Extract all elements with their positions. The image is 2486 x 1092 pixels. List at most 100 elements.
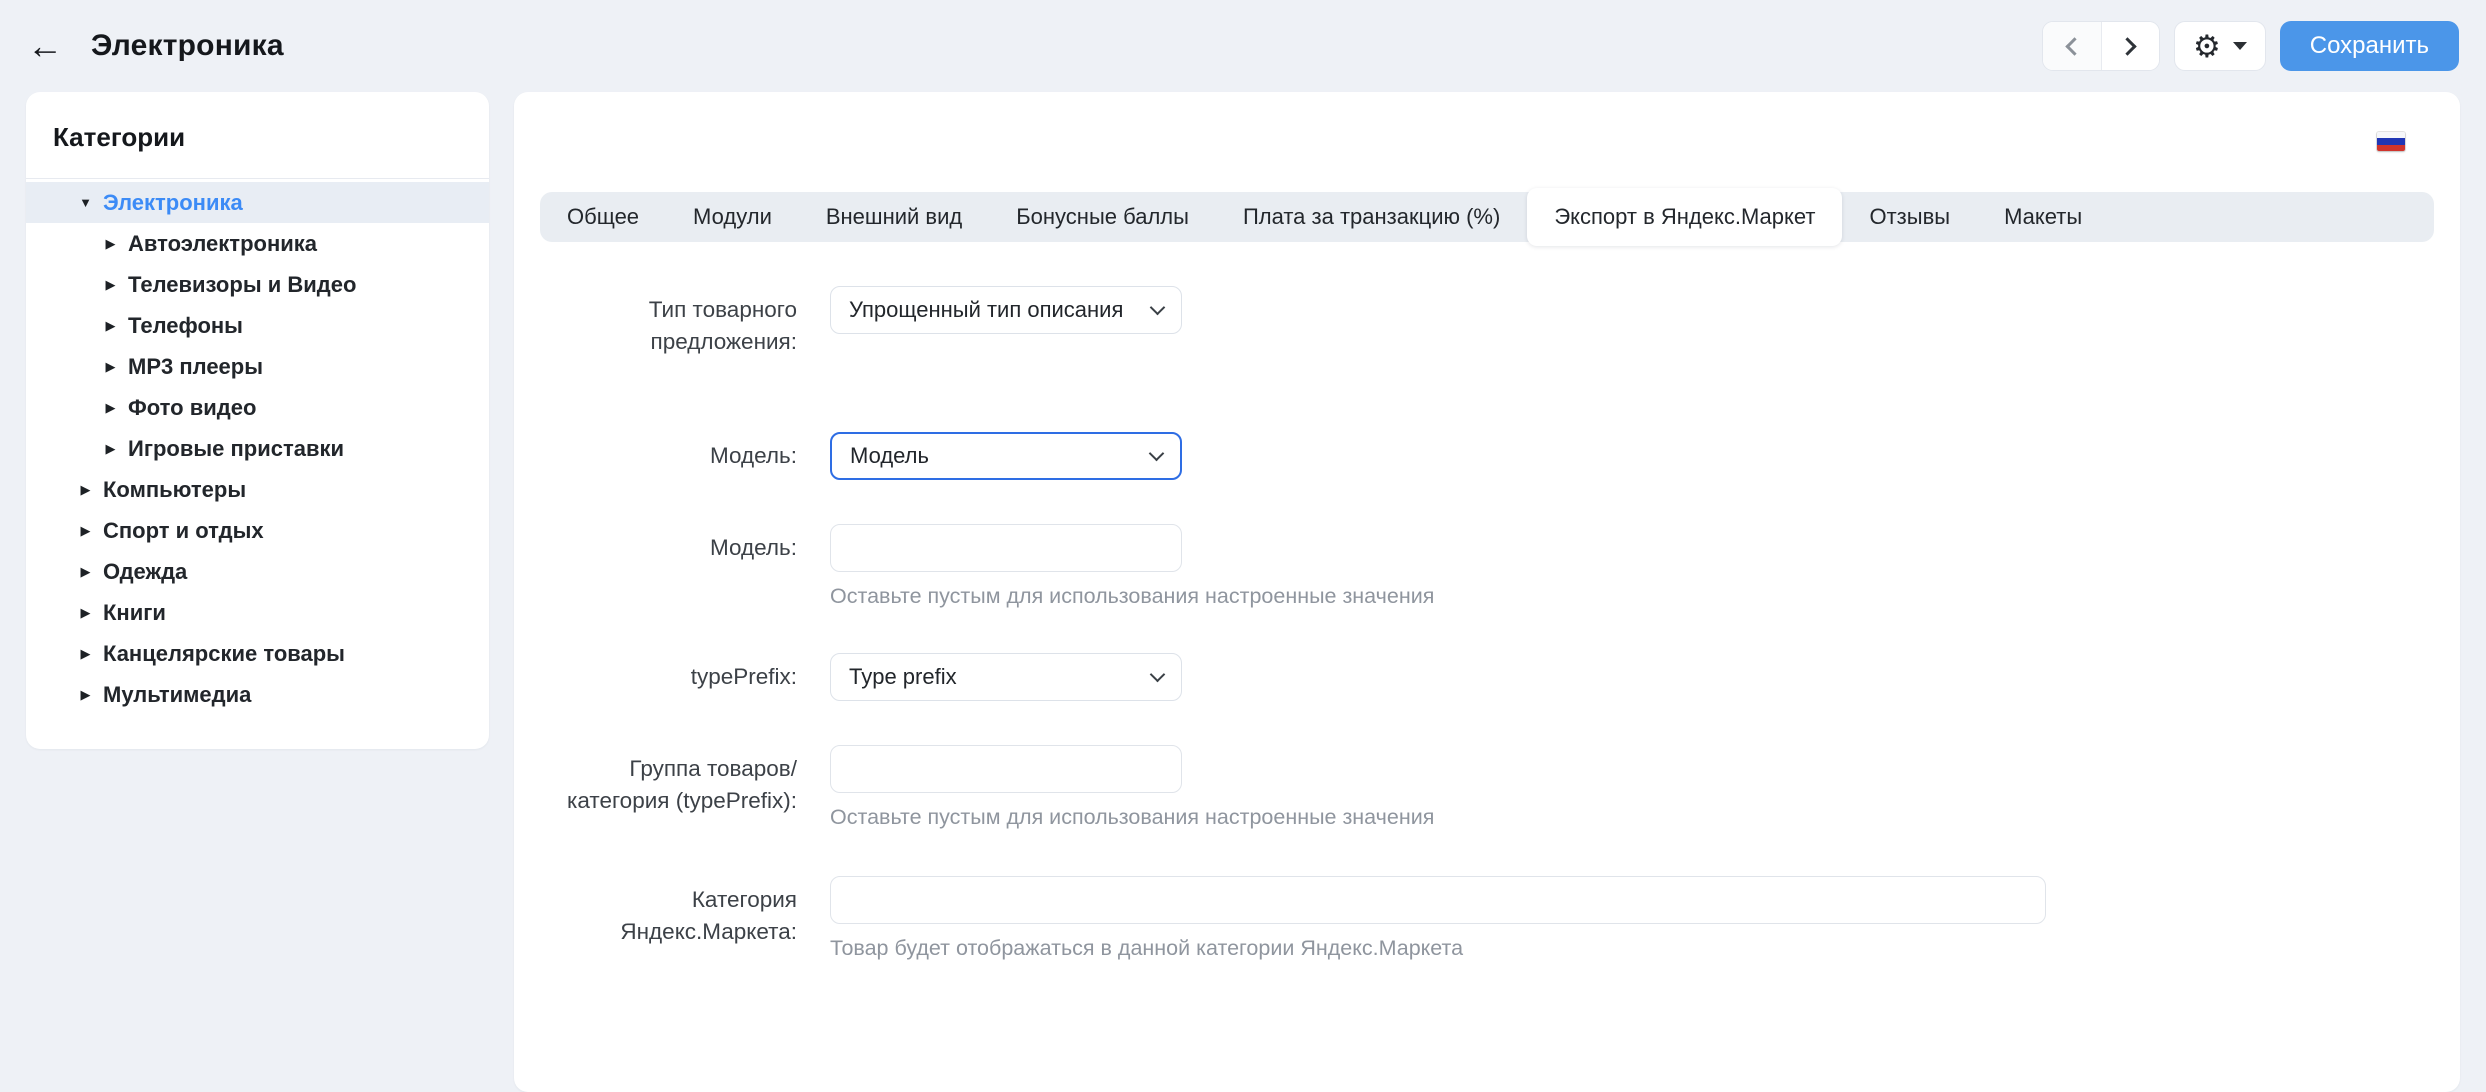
sidebar-item-label: Мультимедиа [103,681,252,707]
offer-type-control: Упрощенный тип описания [830,286,1182,358]
tab-2[interactable]: Внешний вид [799,192,989,242]
russian-flag-icon[interactable] [2377,132,2405,151]
tab-0[interactable]: Общее [540,192,666,242]
sidebar-item-label: Фото видео [128,394,257,420]
typeprefix-input-label: Группа товаров/категория (typePrefix): [567,756,797,813]
sidebar-item-label: Канцелярские товары [103,640,345,666]
previous-button[interactable] [2042,22,2101,70]
categories-sidebar: Категории ▼ Электроника ▶ Автоэлектроника ▶ Т… [26,92,489,749]
tab-6[interactable]: Отзывы [1842,192,1977,242]
sidebar-item-label: Телефоны [128,312,243,338]
yandex-market-form: Тип товарного предложения: Упрощенный ти… [540,286,2434,961]
model-select[interactable]: Модель [830,432,1182,480]
caret-right-icon[interactable]: ▶ [78,482,93,498]
offer-type-select-value: Упрощенный тип описания [849,297,1124,322]
chevron-down-icon [1149,299,1166,315]
market-category-control: Товар будет отображаться в данной катего… [830,876,2046,961]
market-category-input[interactable] [830,876,2046,924]
form-row-offer-type: Тип товарного предложения: Упрощенный ти… [540,286,2434,358]
caret-right-icon[interactable]: ▶ [78,605,93,621]
offer-type-label: Тип товарного предложения: [648,297,797,354]
tab-7[interactable]: Макеты [1977,192,2109,242]
sidebar-item[interactable]: ▶ Канцелярские товары [26,633,489,674]
form-row-typeprefix-input: Группа товаров/категория (typePrefix): О… [540,745,2434,830]
chevron-right-icon [2118,36,2138,56]
typeprefix-input-control: Оставьте пустым для использования настро… [830,745,1434,830]
typeprefix-select-label: typePrefix: [690,664,797,689]
caret-right-icon[interactable]: ▶ [78,523,93,539]
sidebar-title: Категории [53,122,186,152]
sidebar-item[interactable]: ▶ Книги [26,592,489,633]
typeprefix-input[interactable] [830,745,1182,793]
category-tree: ▼ Электроника ▶ Автоэлектроника ▶ Телевизоры … [26,179,489,715]
sidebar-item[interactable]: ▶ Спорт и отдых [26,510,489,551]
typeprefix-select-control: Type prefix [830,653,1182,701]
market-category-label: Категория Яндекс.Маркета: [620,887,797,944]
sidebar-item[interactable]: ▶ Фото видео [26,387,489,428]
tab-5[interactable]: Экспорт в Яндекс.Маркет [1527,188,1843,246]
form-row-model-select: Модель: Модель [540,432,2434,480]
caret-right-icon[interactable]: ▶ [103,400,118,416]
model-select-label: Модель: [709,443,797,468]
back-arrow-icon[interactable]: ← [27,28,63,64]
prev-next-group [2041,21,2160,71]
sidebar-item-label: Автоэлектроника [128,230,317,256]
caret-right-icon[interactable]: ▶ [103,441,118,457]
sidebar-item-label: MP3 плееры [128,353,264,379]
header-left: ← Электроника [27,28,284,64]
model-select-control: Модель [830,432,1182,480]
model-input-label: Модель: [709,535,797,560]
content-layout: Категории ▼ Электроника ▶ Автоэлектроника ▶ Т… [0,92,2486,1092]
sidebar-item[interactable]: ▶ Одежда [26,551,489,592]
next-button[interactable] [2100,22,2159,70]
caret-right-icon[interactable]: ▶ [103,236,118,252]
sidebar-item[interactable]: ▶ Компьютеры [26,469,489,510]
caret-down-icon [2232,42,2247,50]
offer-type-select[interactable]: Упрощенный тип описания [830,286,1182,334]
chevron-left-icon [2065,36,2084,56]
gear-icon: ⚙ [2192,28,2221,64]
sidebar-item[interactable]: ▶ Игровые приставки [26,428,489,469]
sidebar-item[interactable]: ▼ Электроника [26,182,489,223]
typeprefix-select-value: Type prefix [849,664,957,689]
caret-right-icon[interactable]: ▶ [78,564,93,580]
caret-down-icon[interactable]: ▼ [78,195,93,210]
sidebar-item-label: Игровые приставки [128,435,345,461]
settings-dropdown-button[interactable]: ⚙ [2173,21,2266,71]
tab-1[interactable]: Модули [666,192,799,242]
chevron-down-icon [1148,445,1165,461]
caret-right-icon[interactable]: ▶ [103,277,118,293]
sidebar-item-label: Электроника [103,189,243,215]
tab-4[interactable]: Плата за транзакцию (%) [1216,192,1527,242]
header-actions: ⚙ Сохранить [2041,21,2459,71]
sidebar-item-label: Компьютеры [103,476,247,502]
save-button[interactable]: Сохранить [2279,21,2459,71]
sidebar-item-label: Одежда [103,558,188,584]
model-select-value: Модель [850,443,929,468]
page-title: Электроника [91,29,284,62]
sidebar-item-label: Телевизоры и Видео [128,271,357,297]
form-row-market-category: Категория Яндекс.Маркета: Товар будет от… [540,876,2434,961]
caret-right-icon[interactable]: ▶ [103,318,118,334]
top-header: ← Электроника ⚙ Сохранить [0,0,2486,92]
sidebar-item[interactable]: ▶ Телефоны [26,305,489,346]
sidebar-item[interactable]: ▶ Мультимедиа [26,674,489,715]
model-input-hint: Оставьте пустым для использования настро… [830,584,1435,608]
tab-bar: Общее Модули Внешний вид Бонусные баллы Плат… [540,188,2434,246]
main-panel: Общее Модули Внешний вид Бонусные баллы Плат… [514,92,2460,1092]
typeprefix-input-hint: Оставьте пустым для использования настро… [830,805,1435,829]
caret-right-icon[interactable]: ▶ [78,687,93,703]
sidebar-item[interactable]: ▶ Автоэлектроника [26,223,489,264]
flag-stripe-red [2377,144,2405,151]
caret-right-icon[interactable]: ▶ [103,359,118,375]
model-input[interactable] [830,524,1182,572]
form-row-model-input: Модель: Оставьте пустым для использовани… [540,524,2434,609]
tab-3[interactable]: Бонусные баллы [989,192,1216,242]
sidebar-item[interactable]: ▶ Телевизоры и Видео [26,264,489,305]
chevron-down-icon [1149,666,1166,682]
caret-right-icon[interactable]: ▶ [78,646,93,662]
sidebar-item[interactable]: ▶ MP3 плееры [26,346,489,387]
form-row-typeprefix-select: typePrefix: Type prefix [540,653,2434,701]
typeprefix-select[interactable]: Type prefix [830,653,1182,701]
sidebar-item-label: Спорт и отдых [103,517,264,543]
